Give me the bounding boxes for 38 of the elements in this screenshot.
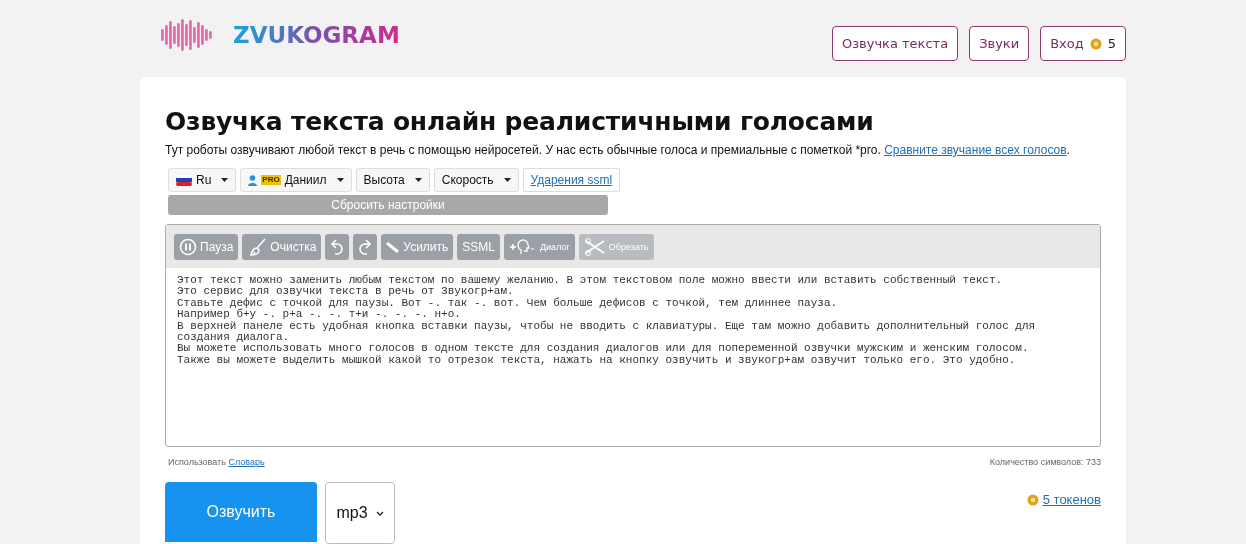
toolbar-button[interactable] [325,233,350,260]
page-title: Озвучка текста онлайн реалистичными голосами [165,107,875,136]
nav-button[interactable]: Озвучка текста [831,26,959,61]
person-icon [248,174,258,186]
format-select[interactable]: mp3 [325,482,395,544]
pro-badge: PRO [261,175,281,185]
voice-dropdown[interactable]: PRO Даниил [240,168,352,192]
language-dropdown[interactable]: Ru [168,168,237,192]
nav-button[interactable]: Звуки [969,26,1030,61]
toolbar-button[interactable] [353,233,378,260]
undo-icon [330,237,345,256]
add-voice-icon [509,237,537,256]
speak-button[interactable]: Озвучить [165,482,317,542]
dictionary-text: Использовать Словарь [168,457,265,467]
compare-voices-link[interactable]: Сравните звучание всех голосов [884,143,1067,157]
coin-count: 5 [1107,36,1116,51]
text-input[interactable]: Этот текст можно заменить любым текстом по вашему желанию. В этом текстовом поле можно ввести или вставить собственный текст. Это сервис для озвучки текста в речь от Звукогр+ам. Ставьте дефис с точкой для паузы. Вот -. так -. вот. Чем больше дефисов с точкой, тем длиннее пауза. Например б+у -. р+а -. -. т+и -. -. -. н+о. В верхней панеле есть удобная кнопка вставки паузы, чтобы не вводить с клавиатуры. Еще там можно добавить дополнительный голос для создания диалога. Вы можете использовать много голосов в одном тексте для создания диалогов или для попеременной озвучки мужским и женским голосом. Также вы можете выделить мышкой какой то отрезок текста, нажать на кнопку озвучить и звукогр+ам озвучит только его. Это удобно. [166,268,1100,446]
character-count: Количество символов: 733 [989,457,1101,467]
broom-icon [247,236,268,257]
dropdown[interactable]: Высота [355,168,430,192]
dropdown[interactable]: Скорость [433,168,519,192]
marker-icon [386,240,401,253]
chevron-icon [375,510,384,516]
login-button[interactable]: Вход 5 [1040,26,1126,61]
flag-icon [176,174,192,186]
caret-icon [336,178,344,182]
dictionary-link[interactable]: Словарь [228,457,265,467]
scissors-icon [583,237,606,256]
caret-icon [503,178,511,182]
tokens-link[interactable]: 5 токенов [1042,492,1101,507]
coin-icon [1026,493,1039,506]
redo-icon [358,237,373,256]
pause-icon [179,237,197,256]
stress-ssml-link[interactable]: Ударения ssml [522,168,621,192]
caret-icon [414,178,422,182]
caret-icon [221,178,229,182]
coin-icon [1089,37,1102,50]
intro-text: Тут роботы озвучивают любой текст в речь с помощью нейросетей. У нас есть обычные голоса и премиальные с пометкой *pro. Сравните звучание всех голосов. [165,142,1071,158]
